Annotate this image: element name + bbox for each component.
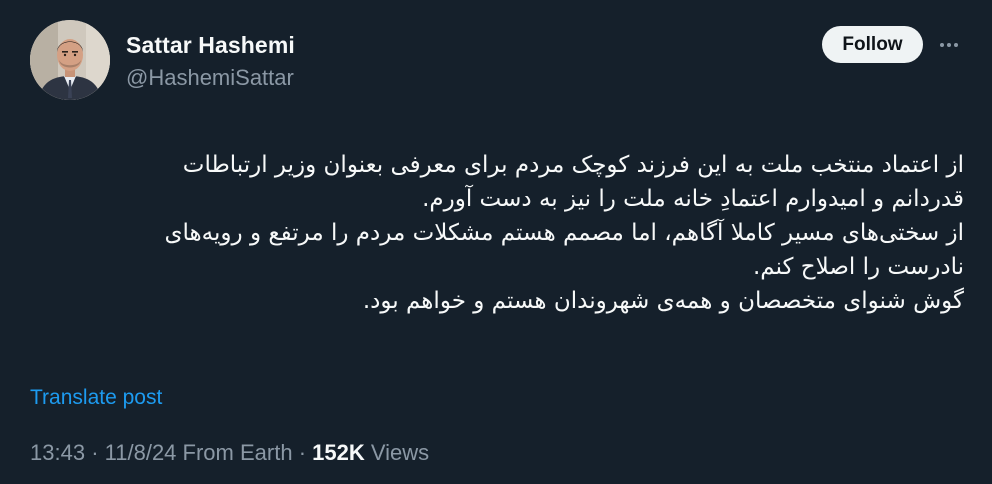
post-text-line: گوش شنوای متخصصان و همه‌ی شهروندان هستم … [362, 288, 964, 314]
post-text: از اعتماد منتخب ملت به این فرزند کوچک مر… [34, 148, 964, 318]
author-handle[interactable]: @HashemiSattar [126, 65, 294, 91]
follow-button[interactable]: Follow [822, 26, 923, 63]
author-name[interactable]: Sattar Hashemi [126, 32, 295, 59]
post-text-line: قدردانم و امیدوارم اعتمادِ خانه ملت را ن… [422, 186, 964, 212]
post-text-line: از اعتماد منتخب ملت به این فرزند کوچک مر… [182, 152, 964, 178]
post-text-line: از سختی‌های مسیر کاملا آگاهم، اما مصمم ه… [164, 220, 964, 246]
more-horizontal-icon [940, 43, 958, 47]
post-metadata: 13:43 · 11/8/24 From Earth · 152K Views [30, 440, 429, 466]
avatar-image [30, 20, 110, 100]
translate-post-link[interactable]: Translate post [30, 386, 162, 410]
views-label: Views [370, 440, 430, 465]
separator: · [298, 440, 307, 465]
more-options-button[interactable] [936, 32, 962, 58]
post-date[interactable]: 11/8/24 [105, 440, 177, 465]
tweet-card: Sattar Hashemi @HashemiSattar Follow از … [0, 0, 992, 484]
post-text-line: نادرست را اصلاح کنم. [752, 254, 964, 280]
separator: · [91, 440, 99, 465]
post-source: From Earth [182, 440, 293, 465]
views-count[interactable]: 152K [312, 440, 365, 465]
post-time[interactable]: 13:43 [30, 440, 85, 465]
avatar[interactable] [30, 20, 110, 100]
